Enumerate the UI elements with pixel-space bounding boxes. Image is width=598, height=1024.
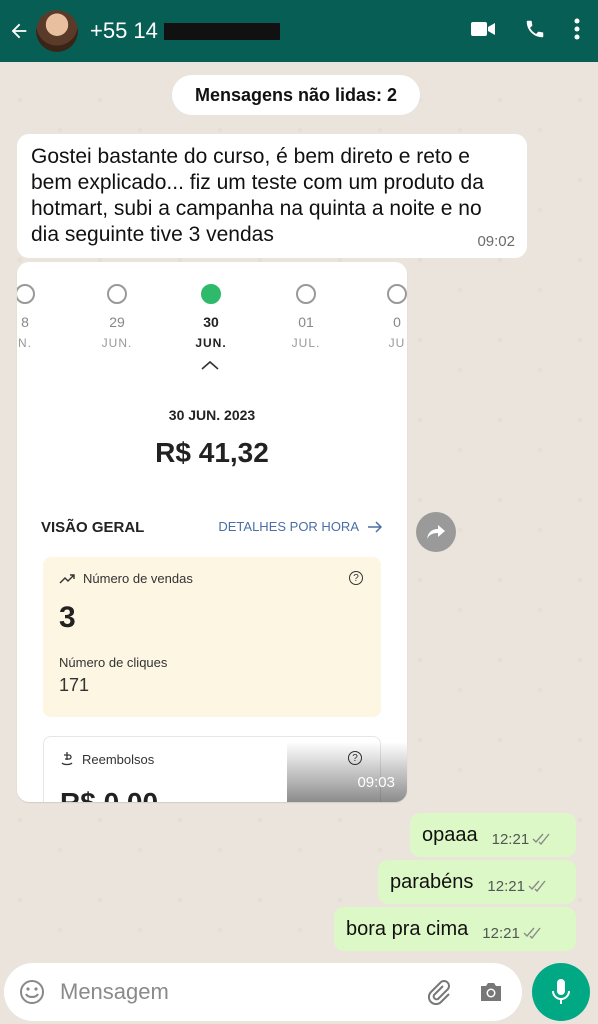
help-icon: ? — [349, 571, 363, 585]
time-shade — [287, 742, 407, 802]
calendar-day: 8 N. — [17, 284, 55, 350]
back-arrow-icon[interactable] — [4, 0, 34, 62]
date-carousel: 8 N. 29 JUN. 30 JUN. 01 JUL. 0 JU — [17, 284, 407, 354]
chat-area[interactable]: Mensagens não lidas: 2 Gostei bastante d… — [0, 62, 598, 962]
outgoing-message[interactable]: parabéns 12:21 — [378, 860, 576, 904]
mic-icon — [552, 979, 570, 1004]
calendar-day-selected: 30 JUN. — [181, 284, 241, 350]
attach-icon[interactable] — [426, 979, 452, 1005]
message-text: bora pra cima — [346, 917, 469, 940]
message-time: 09:02 — [477, 233, 515, 250]
phone-number: +55 14 — [90, 18, 158, 43]
sales-label: Número de vendas — [83, 571, 193, 586]
refund-icon — [61, 752, 73, 766]
emoji-icon[interactable] — [18, 978, 46, 1006]
video-call-icon[interactable] — [470, 19, 496, 44]
phone-icon[interactable] — [524, 18, 546, 45]
double-check-icon — [528, 880, 546, 892]
message-text: parabéns — [390, 870, 474, 893]
double-check-icon — [532, 833, 550, 845]
message-time: 12:21 — [491, 830, 530, 848]
clicks-value: 171 — [59, 675, 90, 695]
message-time: 12:21 — [482, 924, 520, 942]
calendar-day: 0 JU — [367, 284, 407, 350]
menu-icon[interactable] — [574, 18, 580, 45]
calendar-day: 29 JUN. — [87, 284, 147, 350]
details-link-label: DETALHES POR HORA — [218, 519, 359, 534]
forward-icon[interactable] — [416, 512, 456, 552]
image-time: 09:03 — [357, 774, 395, 791]
clicks-label: Número de cliques — [59, 655, 168, 670]
sales-label-row: Número de vendas — [59, 571, 193, 586]
outgoing-message[interactable]: opaaa 12:21 — [410, 813, 576, 857]
refunds-value: R$ 0,00 — [60, 787, 158, 802]
calendar-day: 01 JUL. — [276, 284, 336, 350]
refunds-label: Reembolsos — [82, 751, 155, 767]
message-input[interactable]: Mensagem — [60, 979, 169, 1005]
message-input-bar[interactable]: Mensagem — [4, 963, 522, 1021]
message-text: opaaa — [422, 823, 478, 846]
arrow-right-icon — [368, 520, 383, 533]
refunds-label-row: Reembolsos — [60, 751, 154, 767]
camera-icon[interactable] — [478, 981, 504, 1003]
trend-icon — [59, 573, 75, 583]
contact-name[interactable]: +55 14 — [90, 18, 280, 44]
details-link: DETALHES POR HORA — [218, 519, 383, 534]
incoming-message[interactable]: Gostei bastante do curso, é bem direto e… — [17, 134, 527, 258]
sales-card: Número de vendas ? 3 Número de cliques 1… — [43, 557, 381, 717]
double-check-icon — [523, 927, 541, 939]
avatar[interactable] — [36, 10, 78, 52]
chevron-up-icon — [201, 360, 219, 370]
mic-button[interactable] — [532, 963, 590, 1021]
redacted-number — [163, 22, 280, 40]
overview-heading: VISÃO GERAL — [41, 519, 145, 536]
chat-header: +55 14 — [0, 0, 598, 62]
outgoing-message[interactable]: bora pra cima 12:21 — [334, 907, 576, 951]
sales-value: 3 — [59, 601, 76, 634]
selected-date: 30 JUN. 2023 — [168, 407, 256, 423]
message-time: 12:21 — [487, 877, 525, 895]
unread-banner: Mensagens não lidas: 2 — [172, 75, 420, 115]
image-message[interactable]: 8 N. 29 JUN. 30 JUN. 01 JUL. 0 JU 30 JUN. 202… — [17, 262, 407, 802]
revenue-amount: R$ 41,32 — [155, 437, 269, 468]
message-text: Gostei bastante do curso, é bem direto e… — [31, 145, 484, 246]
